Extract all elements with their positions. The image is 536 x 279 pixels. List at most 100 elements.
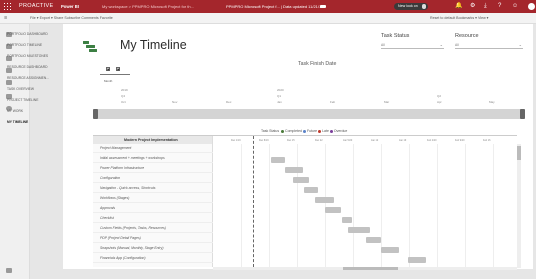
gantt-chart: Modern Project Implementation Project Ma… (93, 135, 517, 267)
page-tab[interactable]: PROJECT TIMELINE (7, 98, 38, 102)
page-tab[interactable]: TASK OVERVIEW (7, 87, 34, 91)
grid-line (493, 144, 494, 267)
page-tab[interactable]: PORTFOLIO TIMELINE (7, 43, 42, 47)
timeline-month: Oct (121, 100, 126, 104)
app-launcher-icon[interactable] (4, 3, 11, 10)
app-header: PROACTIVE Power BI My workspace > PPMPRO… (0, 0, 536, 13)
task-status-label: Task Status (381, 33, 410, 39)
gantt-row[interactable]: Workflows (Stages) (93, 194, 213, 203)
report-badge-icon (320, 5, 326, 8)
gantt-bar[interactable] (381, 247, 399, 253)
smiley-icon[interactable]: ☺ (512, 2, 518, 11)
page-tab-active[interactable]: MY TIMELINE (7, 120, 28, 124)
date-header: Dec 1/19 (231, 139, 241, 142)
date-header: Dec 8/19 (259, 139, 269, 142)
legend: Task Status Completed Future Late Overdu… (261, 129, 347, 133)
hamburger-icon[interactable]: ☰ (4, 13, 7, 24)
report-toolbar: ☰ File ▾ Export ▾ Share Subscribe Commen… (0, 13, 536, 24)
page-tab[interactable]: RESOURCE ASSIGNMEN... (7, 76, 49, 80)
breadcrumb[interactable]: My workspace > PPMPRO Microsoft Project … (102, 0, 194, 13)
gantt-bar[interactable] (285, 167, 303, 173)
task-status-slicer[interactable]: All ⌄ (381, 41, 444, 49)
gantt-row[interactable]: Approvals (93, 204, 213, 213)
grid-line (297, 144, 298, 267)
grid-line (437, 144, 438, 267)
gantt-row[interactable]: Navigation - Quick access, Shortcuts (93, 184, 213, 193)
zoom-slider[interactable]: ▣ ▣ (100, 67, 130, 75)
grid-line (409, 144, 410, 267)
gantt-task-column: Project Management Initial assessment + … (93, 144, 213, 267)
gantt-bar[interactable] (342, 217, 352, 223)
zoom-level-label: Month (104, 79, 113, 83)
page-tab[interactable]: PORTFOLIO MILESTONES (7, 54, 48, 58)
timeline-year: 2019 (121, 88, 128, 92)
gantt-row[interactable]: Initial assessment + meetings + workshop… (93, 154, 213, 163)
bell-icon[interactable]: 🔔 (455, 2, 462, 11)
date-header: Jan 12 (371, 139, 379, 142)
product-name[interactable]: Power BI (61, 0, 79, 13)
timeline-month: Jan (277, 100, 282, 104)
timeline-year: 2020 (277, 88, 284, 92)
gantt-row[interactable]: Financials App (Configuration) (93, 254, 213, 263)
gantt-bar[interactable] (325, 207, 341, 213)
grid-line (325, 144, 326, 267)
toolbar-right-actions[interactable]: Reset to default Bookmarks ▾ View ▾ (430, 13, 488, 24)
settings-icon[interactable]: ⚙ (470, 2, 475, 11)
gantt-row[interactable]: Power Platform Infrastructure (93, 164, 213, 173)
gantt-row[interactable]: Snapshots (Manual, Monthly, Stage Entry) (93, 244, 213, 253)
range-end-handle[interactable] (520, 109, 525, 119)
timeline-month: May (489, 100, 495, 104)
gantt-row[interactable]: Project Management (93, 144, 213, 153)
gantt-project-header[interactable]: Modern Project Implementation (93, 136, 213, 144)
gantt-bar[interactable] (315, 197, 334, 203)
page-tab[interactable]: PORTFOLIO DASHBOARD (7, 32, 48, 36)
timeline-quarter: Q1 (277, 94, 282, 98)
chevron-down-icon: ⌄ (518, 42, 522, 47)
grid-line (465, 144, 466, 267)
date-header: Dec 22 (315, 139, 323, 142)
gantt-row[interactable]: Custom Fields (Projects, Tasks, Resource… (93, 224, 213, 233)
timeline-month: Nov (172, 100, 178, 104)
gantt-bar[interactable] (408, 257, 426, 263)
gantt-bar[interactable] (348, 227, 370, 233)
zoom-handle[interactable]: ▣ (116, 67, 120, 71)
new-look-toggle[interactable]: New look on (394, 3, 428, 10)
legend-item: Late (318, 129, 329, 133)
timeline-quarter: Q4 (121, 94, 126, 98)
gantt-row[interactable]: Configuration (93, 174, 213, 183)
help-icon[interactable]: ? (498, 2, 501, 11)
task-finish-date-title: Task Finish Date (298, 61, 337, 67)
avatar[interactable] (528, 3, 535, 10)
date-header: Jan 19 (399, 139, 407, 142)
timeline-month: Apr (437, 100, 442, 104)
scroll-thumb[interactable] (343, 267, 398, 270)
legend-item: Future (302, 129, 317, 133)
zoom-handle[interactable]: ▣ (106, 67, 110, 71)
timeline-month: Dec (226, 100, 232, 104)
horizontal-scrollbar[interactable] (213, 267, 517, 270)
gantt-row[interactable]: Checklist (93, 214, 213, 223)
scroll-thumb[interactable] (517, 146, 521, 160)
timeline-month: Feb (330, 100, 336, 104)
toolbar-actions[interactable]: File ▾ Export ▾ Share Subscribe Comments… (30, 13, 113, 24)
resource-slicer[interactable]: All ⌄ (455, 41, 523, 49)
page-tab[interactable]: RESOURCE DASHBOARD (7, 65, 48, 69)
report-file-title[interactable]: PPMPRO Microsoft Project f... | Data upd… (226, 0, 323, 13)
today-marker (253, 136, 254, 267)
gantt-row[interactable]: PDP (Project Detail Pages) (93, 234, 213, 243)
page-list: PORTFOLIO DASHBOARD PORTFOLIO TIMELINE P… (0, 24, 63, 279)
date-header: Jan 5/20 (343, 139, 353, 142)
download-icon[interactable]: ⤓ (484, 2, 487, 11)
gantt-bar[interactable] (293, 177, 309, 183)
chevron-down-icon: ⌄ (439, 42, 443, 47)
gantt-bar[interactable] (366, 237, 381, 243)
range-start-handle[interactable] (93, 109, 98, 119)
vertical-scrollbar[interactable] (517, 144, 521, 268)
page-tab[interactable]: MY WORK (7, 109, 23, 113)
timeline-month: Mar (384, 100, 390, 104)
date-header: Feb 9/20 (455, 139, 465, 142)
gantt-bar[interactable] (304, 187, 318, 193)
gantt-bar[interactable] (271, 157, 285, 163)
date-range-slider[interactable] (93, 109, 525, 119)
resource-label: Resource (455, 33, 479, 39)
